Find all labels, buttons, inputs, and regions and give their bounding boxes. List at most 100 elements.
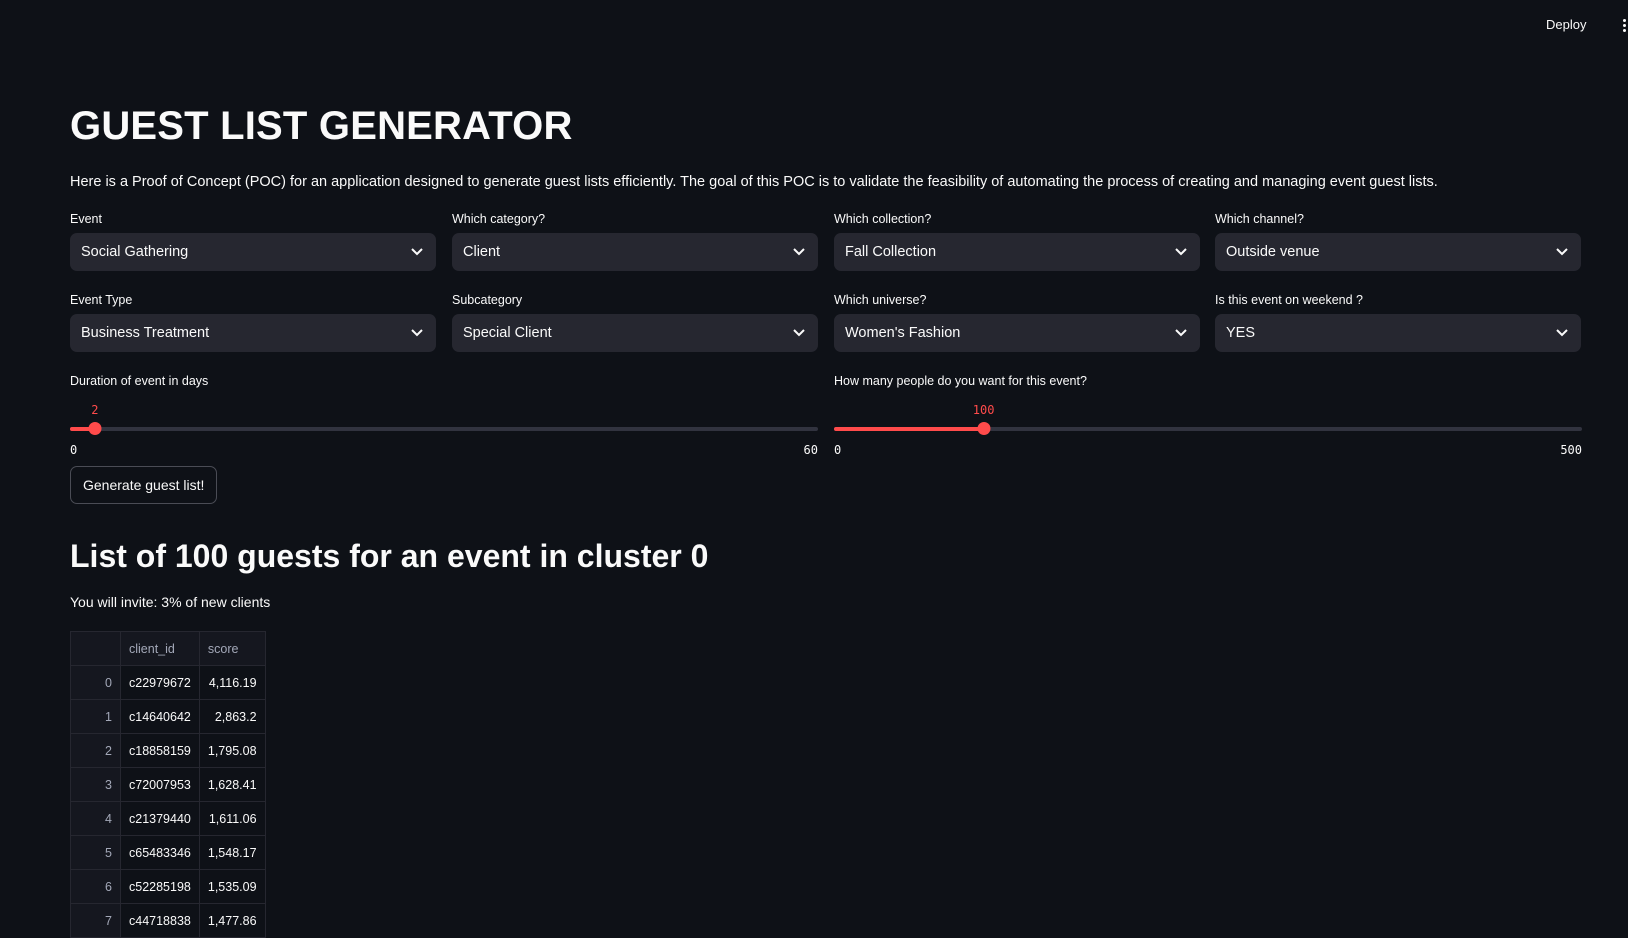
score-cell[interactable]: 1,611.06	[198, 801, 266, 836]
event-select[interactable]: Social Gathering	[70, 233, 436, 271]
duration-slider-thumb[interactable]	[88, 422, 102, 435]
duration-slider[interactable]: 2 0 60	[70, 391, 818, 457]
duration-slider-track[interactable]	[70, 427, 818, 431]
chevron-down-icon	[792, 245, 806, 259]
universe-label: Which universe?	[834, 293, 927, 307]
subcategory-select-value: Special Client	[463, 325, 552, 341]
table-row: 3 c72007953 1,628.41	[70, 767, 266, 802]
generate-guest-list-button[interactable]: Generate guest list!	[70, 466, 218, 504]
event-label: Event	[70, 212, 102, 226]
guest-table[interactable]: client_id score 0 c22979672 4,116.19 1 c146…	[70, 631, 266, 938]
row-index: 0	[70, 665, 121, 700]
deploy-button[interactable]: Deploy	[1546, 17, 1586, 32]
more-menu-icon[interactable]	[1623, 19, 1627, 35]
people-slider-min: 0	[834, 443, 842, 457]
row-index: 6	[70, 869, 121, 904]
channel-label: Which channel?	[1215, 212, 1304, 226]
score-cell[interactable]: 1,477.86	[198, 903, 266, 938]
page-title: GUEST LIST GENERATOR	[70, 104, 573, 148]
subcategory-field: Subcategory Special Client	[452, 292, 818, 352]
event-type-label: Event Type	[70, 293, 133, 307]
client-id-cell[interactable]: c52285198	[120, 869, 200, 904]
duration-slider-min: 0	[70, 443, 78, 457]
category-label: Which category?	[452, 212, 546, 226]
people-slider-thumb[interactable]	[977, 422, 991, 435]
invite-text: You will invite: 3% of new clients	[70, 594, 271, 610]
row-index: 3	[70, 767, 121, 802]
event-type-select-value: Business Treatment	[81, 325, 210, 341]
row-index: 1	[70, 699, 121, 734]
score-cell[interactable]: 2,863.2	[198, 699, 266, 734]
collection-label: Which collection?	[834, 212, 932, 226]
event-select-value: Social Gathering	[81, 244, 189, 260]
people-slider-track[interactable]	[834, 427, 1582, 431]
subcategory-label: Subcategory	[452, 293, 523, 307]
table-row: 0 c22979672 4,116.19	[70, 665, 266, 700]
chevron-down-icon	[1174, 245, 1188, 259]
duration-slider-value: 2	[91, 403, 99, 417]
chevron-down-icon	[1555, 245, 1569, 259]
event-field: Event Social Gathering	[70, 211, 436, 271]
score-cell[interactable]: 1,535.09	[198, 869, 266, 904]
collection-select-value: Fall Collection	[845, 244, 937, 260]
row-index: 4	[70, 801, 121, 836]
weekend-select-value: YES	[1226, 325, 1256, 341]
universe-select-value: Women's Fashion	[845, 325, 961, 341]
weekend-field: Is this event on weekend ? YES	[1215, 292, 1581, 352]
channel-select[interactable]: Outside venue	[1215, 233, 1581, 271]
weekend-select[interactable]: YES	[1215, 314, 1581, 352]
universe-select[interactable]: Women's Fashion	[834, 314, 1200, 352]
client-id-column-header[interactable]: client_id	[120, 631, 200, 666]
score-column-header[interactable]: score	[198, 631, 266, 666]
people-slider-block: How many people do you want for this eve…	[834, 373, 1582, 457]
category-select-value: Client	[463, 244, 501, 260]
table-row: 4 c21379440 1,611.06	[70, 801, 266, 836]
score-cell[interactable]: 4,116.19	[198, 665, 266, 700]
chevron-down-icon	[410, 245, 424, 259]
event-type-select[interactable]: Business Treatment	[70, 314, 436, 352]
client-id-cell[interactable]: c65483346	[120, 835, 200, 870]
channel-select-value: Outside venue	[1226, 244, 1320, 260]
table-row: 1 c14640642 2,863.2	[70, 699, 266, 734]
result-heading: List of 100 guests for an event in clust…	[70, 538, 709, 574]
chevron-down-icon	[1555, 326, 1569, 340]
category-field: Which category? Client	[452, 211, 818, 271]
category-select[interactable]: Client	[452, 233, 818, 271]
people-slider-value: 100	[972, 403, 995, 417]
people-label: How many people do you want for this eve…	[834, 374, 1087, 388]
duration-slider-max: 60	[803, 443, 818, 457]
score-cell[interactable]: 1,795.08	[198, 733, 266, 768]
score-cell[interactable]: 1,628.41	[198, 767, 266, 802]
table-header-row: client_id score	[70, 631, 266, 666]
client-id-cell[interactable]: c44718838	[120, 903, 200, 938]
intro-text: Here is a Proof of Concept (POC) for an …	[70, 174, 1438, 190]
channel-field: Which channel? Outside venue	[1215, 211, 1581, 271]
chevron-down-icon	[1174, 326, 1188, 340]
chevron-down-icon	[410, 326, 424, 340]
people-slider[interactable]: 100 0 500	[834, 391, 1582, 457]
table-row: 2 c18858159 1,795.08	[70, 733, 266, 768]
client-id-cell[interactable]: c18858159	[120, 733, 200, 768]
event-type-field: Event Type Business Treatment	[70, 292, 436, 352]
client-id-cell[interactable]: c14640642	[120, 699, 200, 734]
top-bar: Deploy	[0, 0, 1628, 54]
table-row: 6 c52285198 1,535.09	[70, 869, 266, 904]
collection-select[interactable]: Fall Collection	[834, 233, 1200, 271]
people-slider-max: 500	[1560, 443, 1582, 457]
duration-slider-block: Duration of event in days 2 0 60	[70, 373, 818, 457]
row-index: 2	[70, 733, 121, 768]
duration-label: Duration of event in days	[70, 374, 209, 388]
row-index: 5	[70, 835, 121, 870]
subcategory-select[interactable]: Special Client	[452, 314, 818, 352]
row-index: 7	[70, 903, 121, 938]
people-slider-fill	[834, 427, 984, 431]
table-row: 7 c44718838 1,477.86	[70, 903, 266, 938]
chevron-down-icon	[792, 326, 806, 340]
client-id-cell[interactable]: c22979672	[120, 665, 200, 700]
score-cell[interactable]: 1,548.17	[198, 835, 266, 870]
collection-field: Which collection? Fall Collection	[834, 211, 1200, 271]
weekend-label: Is this event on weekend ?	[1215, 293, 1364, 307]
client-id-cell[interactable]: c72007953	[120, 767, 200, 802]
universe-field: Which universe? Women's Fashion	[834, 292, 1200, 352]
client-id-cell[interactable]: c21379440	[120, 801, 200, 836]
